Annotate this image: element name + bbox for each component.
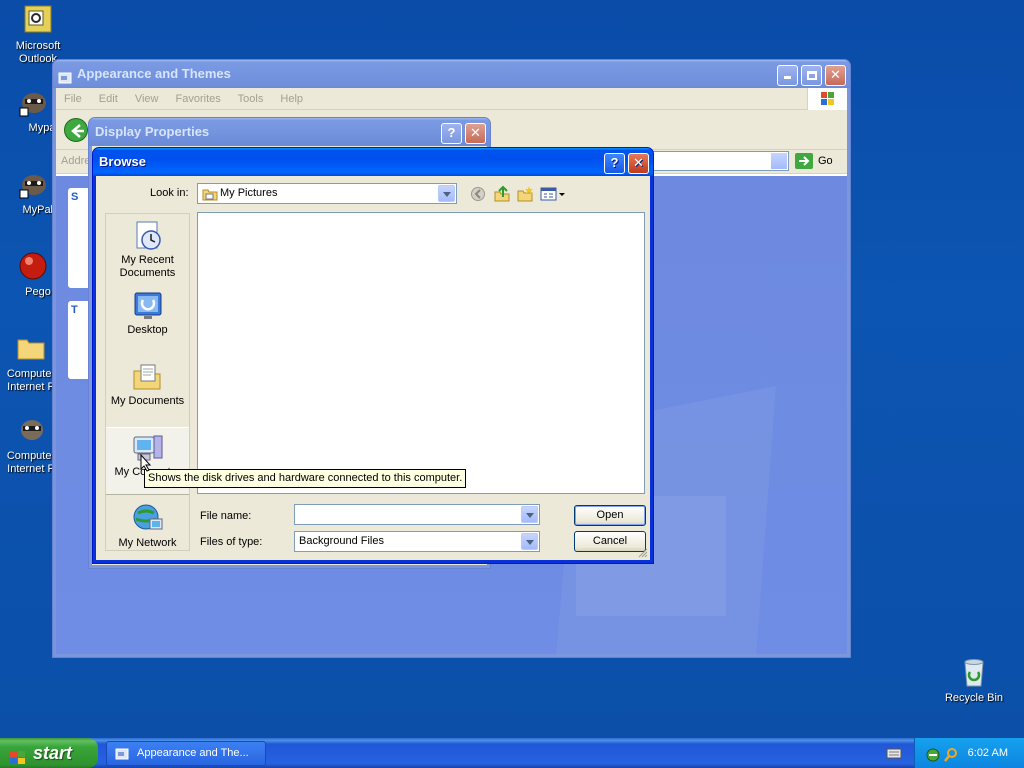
file-name-field[interactable] [294,504,540,525]
raccoon-icon [17,86,49,118]
close-icon: ✕ [633,155,644,170]
start-button[interactable]: start [0,738,98,768]
maximize-icon [806,71,817,80]
menu-file[interactable]: File [64,93,82,105]
cancel-button[interactable]: Cancel [574,531,646,552]
file-name-label: File name: [200,510,252,522]
help-button[interactable]: ? [441,123,462,144]
recycle-bin-icon [958,656,990,688]
close-button[interactable]: ✕ [465,123,486,144]
dialog-title: Browse [99,154,146,169]
back-arrow-icon[interactable] [64,118,88,142]
files-of-type-label: Files of type: [200,536,263,548]
view-menu-icon[interactable] [540,185,566,203]
file-list[interactable] [197,212,645,494]
close-button[interactable]: ✕ [825,65,846,86]
network-tray-icon[interactable] [925,745,941,762]
resize-grip-icon[interactable] [638,548,648,558]
browse-titlebar[interactable]: Browse ? ✕ [93,148,653,176]
recent-documents-icon [132,220,164,252]
back-icon[interactable] [470,186,486,202]
help-icon: ? [610,155,619,170]
my-network-icon [132,503,164,535]
desktop: Microsoft Outlook Mypa MyPal c Pego Comp… [0,0,1024,738]
windows-flag-icon [807,88,847,110]
menu-favorites[interactable]: Favorites [176,93,221,105]
minimize-icon [784,76,791,79]
my-pictures-folder-icon [202,186,218,209]
browse-dialog: Browse ? ✕ Look in: My Pictures My Recen… [92,147,654,564]
place-my-recent-documents[interactable]: My Recent Documents [106,216,189,282]
windows-logo-icon [9,745,27,764]
up-one-level-icon[interactable] [493,185,511,203]
search-tray-icon[interactable] [943,745,959,762]
close-icon: ✕ [830,67,841,82]
folder-window-icon [58,67,72,84]
appearance-themes-titlebar[interactable]: Appearance and Themes ✕ [53,60,850,88]
look-in-dropdown[interactable]: My Pictures [197,183,457,204]
menu-edit[interactable]: Edit [99,93,118,105]
help-icon: ? [447,125,456,140]
places-bar: My Recent Documents Desktop My Documents [105,213,190,551]
window-title: Display Properties [95,124,210,139]
address-dropdown-arrow-icon[interactable] [771,153,787,169]
address-label: Addre [61,155,91,167]
desktop-icon-outlook[interactable]: Microsoft Outlook [0,4,76,66]
place-desktop[interactable]: Desktop [106,286,189,352]
go-arrow-icon[interactable] [795,153,813,169]
look-in-value: My Pictures [220,187,278,199]
my-documents-icon [132,361,164,393]
files-of-type-value: Background Files [299,535,384,547]
look-in-label: Look in: [150,187,189,199]
chevron-down-icon[interactable] [521,506,538,523]
window-title: Appearance and Themes [77,66,231,81]
browse-client: Look in: My Pictures My Recent Documents… [96,176,650,560]
place-my-network[interactable]: My Network [106,499,189,551]
raccoon-icon [15,414,47,446]
close-icon: ✕ [470,125,481,140]
my-computer-tooltip: Shows the disk drives and hardware conne… [144,469,467,488]
maximize-button[interactable] [801,65,822,86]
menu-help[interactable]: Help [280,93,303,105]
taskbar-button-appearance-themes[interactable]: Appearance and The... [106,741,266,766]
outlook-icon [22,4,54,36]
raccoon-icon [17,168,49,200]
mouse-pointer-icon [140,453,152,472]
help-button[interactable]: ? [604,153,625,174]
address-field[interactable] [651,151,789,171]
go-label[interactable]: Go [818,155,833,167]
open-button[interactable]: Open [574,505,646,526]
folder-icon [15,332,47,364]
keyboard-icon[interactable] [886,746,902,760]
desktop-icon-recycle-bin[interactable]: Recycle Bin [936,656,1012,705]
files-of-type-dropdown[interactable]: Background Files [294,531,540,552]
red-ball-icon [17,250,49,282]
close-button[interactable]: ✕ [628,153,649,174]
minimize-button[interactable] [777,65,798,86]
system-tray: 6:02 AM [914,738,1024,768]
place-my-documents[interactable]: My Documents [106,357,189,423]
taskbar: start Appearance and The... 6:02 AM [0,738,1024,768]
menu-tools[interactable]: Tools [238,93,264,105]
desktop-icon [132,290,164,322]
chevron-down-icon[interactable] [521,533,538,550]
clock: 6:02 AM [967,747,1008,759]
menu-bar: File Edit View Favorites Tools Help [56,88,847,110]
new-folder-icon[interactable] [516,185,534,203]
chevron-down-icon[interactable] [438,185,455,202]
menu-view[interactable]: View [135,93,159,105]
folder-window-icon [115,747,129,761]
start-label: start [33,743,73,763]
display-properties-titlebar[interactable]: Display Properties ? ✕ [89,118,490,146]
